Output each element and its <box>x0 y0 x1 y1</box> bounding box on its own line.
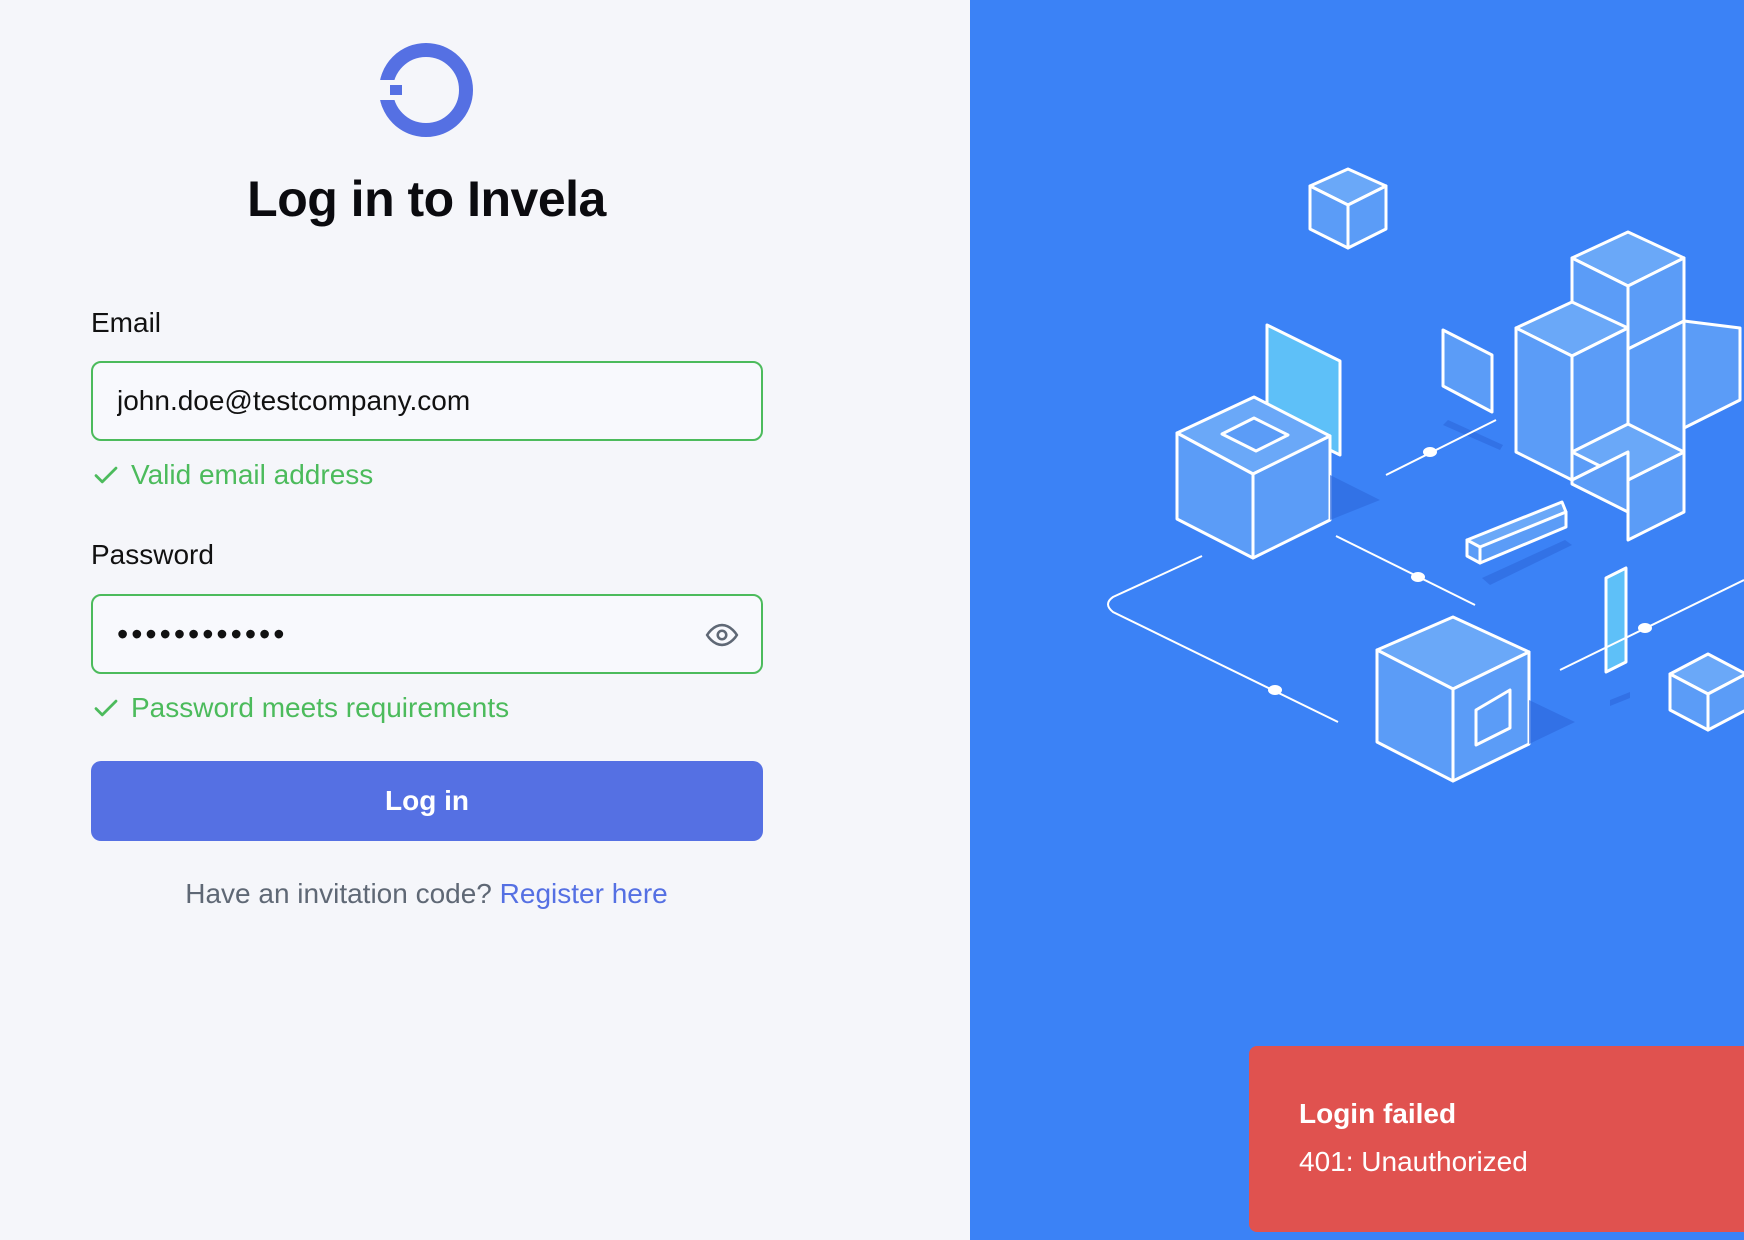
login-panel: Log in to Invela Email Valid email addre… <box>0 0 970 1240</box>
eye-icon[interactable] <box>705 618 739 652</box>
toast-title: Login failed <box>1299 1098 1457 1129</box>
email-label: Email <box>91 307 162 338</box>
check-icon <box>94 699 118 717</box>
register-prompt-text: Have an invitation code? <box>185 878 492 909</box>
register-link[interactable]: Register here <box>500 878 668 909</box>
page-title: Log in to Invela <box>247 171 606 227</box>
password-validation-text: Password meets requirements <box>131 692 510 723</box>
password-label: Password <box>91 539 214 570</box>
login-button[interactable]: Log in <box>91 761 763 841</box>
error-toast: Login failed 401: Unauthorized <box>1249 1046 1744 1232</box>
email-validation: Valid email address <box>91 459 373 491</box>
email-validation-text: Valid email address <box>131 459 374 490</box>
email-field[interactable] <box>93 363 761 439</box>
password-validation: Password meets requirements <box>91 692 509 724</box>
password-field-wrapper <box>91 594 763 674</box>
check-icon <box>94 466 118 484</box>
register-prompt: Have an invitation code? Register here <box>0 878 853 910</box>
invela-logo-icon <box>376 43 473 137</box>
email-field-wrapper <box>91 361 763 441</box>
password-field[interactable] <box>93 596 761 672</box>
toast-message: 401: Unauthorized <box>1299 1146 1528 1177</box>
